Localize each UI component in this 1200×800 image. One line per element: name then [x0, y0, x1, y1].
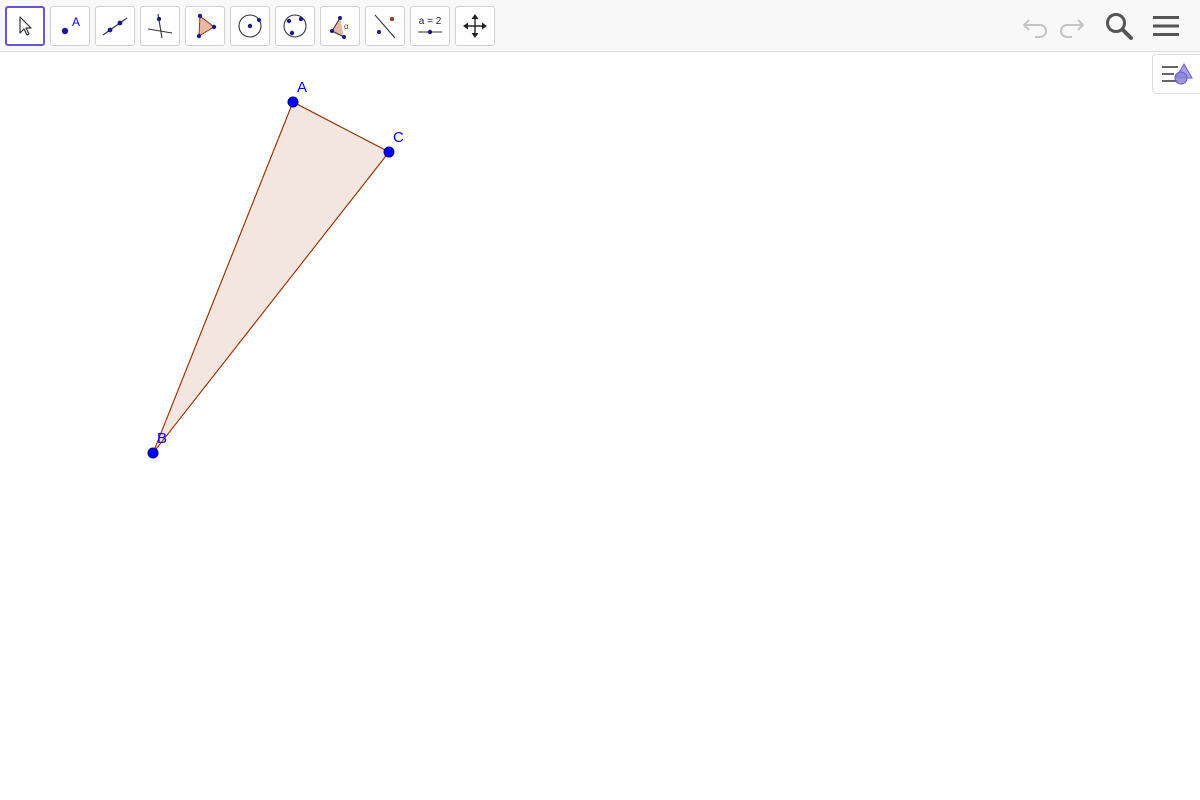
cursor-arrow-icon [13, 14, 37, 38]
point-tool-label: A [72, 15, 80, 29]
perpendicular-line-tool-button[interactable] [140, 6, 180, 46]
reflect-about-line-tool-button[interactable] [365, 6, 405, 46]
move-arrows-icon [462, 13, 488, 39]
point-a-label: A [297, 79, 307, 96]
point-c[interactable]: C [383, 129, 404, 158]
point-a[interactable]: A [287, 79, 307, 108]
style-bar-icon [1160, 60, 1194, 88]
perpendicular-line-icon [145, 11, 175, 41]
triangle-polygon[interactable] [152, 101, 390, 454]
point-c-label: C [393, 129, 404, 146]
reflect-line-icon [370, 11, 400, 41]
point-tool-button[interactable]: A [50, 6, 90, 46]
search-icon [1103, 10, 1135, 42]
circle-center-point-icon [235, 11, 265, 41]
redo-button[interactable] [1054, 8, 1090, 44]
angle-tool-label: α [344, 22, 349, 31]
slider-tool-label: a = 2 [419, 16, 442, 27]
move-tool-button[interactable] [5, 6, 45, 46]
geogebra-app: A α a = 2 A B C [0, 0, 1200, 800]
toolbar: A α a = 2 [0, 0, 1200, 52]
point-icon: A [55, 11, 85, 41]
style-bar-toggle-button[interactable] [1152, 54, 1200, 94]
angle-tool-button[interactable]: α [320, 6, 360, 46]
hamburger-menu-icon [1151, 13, 1181, 39]
polygon-icon [190, 11, 220, 41]
line-tool-button[interactable] [95, 6, 135, 46]
search-button[interactable] [1101, 8, 1137, 44]
undo-button[interactable] [1017, 8, 1053, 44]
polygon-tool-button[interactable] [185, 6, 225, 46]
graphics-view[interactable]: A B C [0, 53, 1200, 800]
line-through-two-points-icon [100, 11, 130, 41]
menu-button[interactable] [1148, 8, 1184, 44]
point-b-label: B [157, 430, 167, 447]
point-b[interactable]: B [147, 430, 167, 459]
move-graphics-view-tool-button[interactable] [455, 6, 495, 46]
circle-three-points-tool-button[interactable] [275, 6, 315, 46]
angle-icon: α [325, 11, 355, 41]
circle-three-points-icon [280, 11, 310, 41]
slider-icon: a = 2 [414, 11, 446, 41]
undo-icon [1020, 14, 1050, 38]
redo-icon [1057, 14, 1087, 38]
slider-tool-button[interactable]: a = 2 [410, 6, 450, 46]
circle-center-point-tool-button[interactable] [230, 6, 270, 46]
